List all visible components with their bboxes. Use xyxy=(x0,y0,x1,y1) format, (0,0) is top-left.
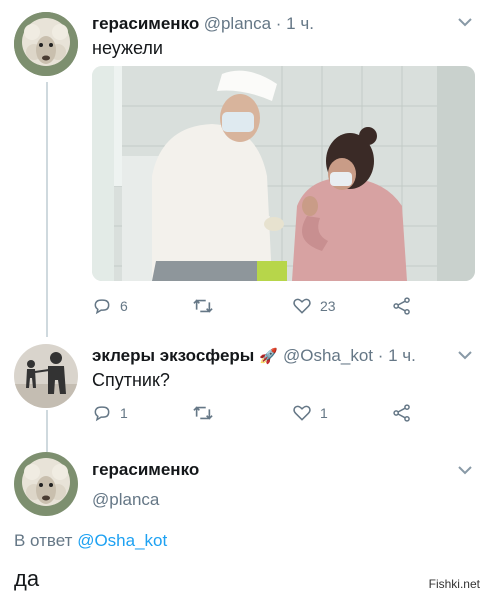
avatar-sheep[interactable] xyxy=(14,12,78,76)
sheep-avatar-image xyxy=(14,452,78,516)
watermark: Fishki.net xyxy=(425,576,483,592)
like-action[interactable]: 1 xyxy=(292,403,392,423)
display-name[interactable]: герасименко xyxy=(92,14,199,33)
reply-count: 1 xyxy=(120,405,128,421)
thread-line-1 xyxy=(46,82,48,337)
retweet-action[interactable] xyxy=(192,296,292,316)
like-icon xyxy=(293,298,311,314)
display-name[interactable]: эклеры экзосферы xyxy=(92,346,254,366)
tweet-2-actions: 1 1 xyxy=(92,403,412,423)
reply-action[interactable]: 1 xyxy=(92,403,192,423)
tweet-1-header: герасименко @planca · 1 ч. xyxy=(92,14,314,34)
handle[interactable]: @planca xyxy=(92,490,159,510)
chevron-down-icon[interactable] xyxy=(456,15,474,29)
sheep-avatar-image xyxy=(14,12,78,76)
silhouette-avatar-image xyxy=(14,344,78,408)
tweet-1-actions: 6 23 xyxy=(92,296,412,316)
avatar-silhouette[interactable] xyxy=(14,344,78,408)
tweet-text: неужели xyxy=(92,38,163,58)
chevron-down-icon[interactable] xyxy=(456,348,474,362)
chevron-down-icon[interactable] xyxy=(456,463,474,477)
like-count: 1 xyxy=(320,405,328,421)
avatar-sheep[interactable] xyxy=(14,452,78,516)
tweet-text: Спутник? xyxy=(92,370,170,390)
reply-icon xyxy=(94,299,110,315)
share-action[interactable] xyxy=(392,403,412,423)
share-icon xyxy=(393,297,410,315)
vaccination-photo xyxy=(92,66,475,281)
tweet-2-header: эклеры экзосферы 🚀 @Osha_kot · 1 ч. xyxy=(92,346,416,366)
reply-prefix: В ответ xyxy=(14,531,73,550)
reply-context: В ответ @Osha_kot xyxy=(14,531,167,551)
reply-action[interactable]: 6 xyxy=(92,296,192,316)
reply-count: 6 xyxy=(120,298,128,314)
tweet-photo[interactable] xyxy=(92,66,475,281)
like-action[interactable]: 23 xyxy=(292,296,392,316)
like-count: 23 xyxy=(320,298,336,314)
handle-time[interactable]: @planca · 1 ч. xyxy=(204,14,314,33)
like-icon xyxy=(293,405,311,421)
retweet-icon xyxy=(193,406,213,420)
display-name[interactable]: герасименко xyxy=(92,460,199,480)
share-action[interactable] xyxy=(392,296,412,316)
tweet-text: да xyxy=(14,566,40,591)
share-icon xyxy=(393,404,410,422)
handle-time[interactable]: @Osha_kot · 1 ч. xyxy=(283,346,416,366)
reply-to-link[interactable]: @Osha_kot xyxy=(77,531,167,550)
rocket-icon: 🚀 xyxy=(259,348,278,365)
retweet-action[interactable] xyxy=(192,403,292,423)
retweet-icon xyxy=(193,299,213,313)
reply-icon xyxy=(94,406,110,422)
thread-line-2 xyxy=(46,410,48,452)
